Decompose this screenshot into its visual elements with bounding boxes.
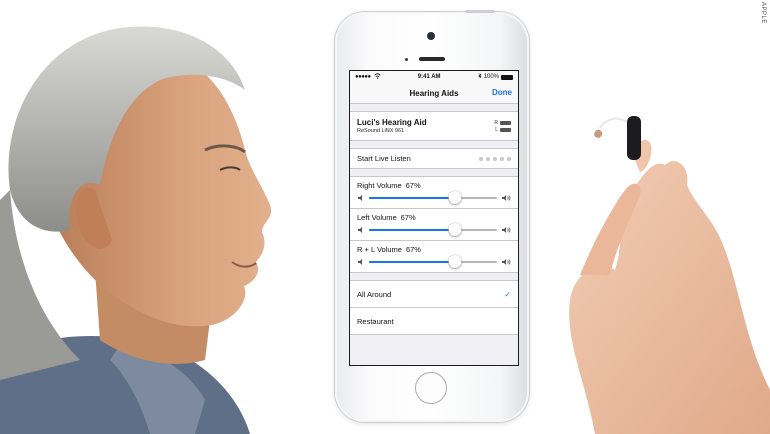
volume-label: Right Volume	[357, 181, 402, 190]
volume-value: 67%	[400, 213, 416, 222]
status-bar: ●●●●● 9:41 AM 100%	[350, 71, 518, 83]
live-listen-section: Start Live Listen	[350, 148, 518, 169]
volume-low-icon	[357, 226, 365, 234]
volume-slider-thumb[interactable]	[448, 255, 462, 268]
navigation-bar: Hearing Aids Done	[350, 83, 518, 104]
battery-levels: R L	[494, 120, 511, 133]
page-title: Hearing Aids	[409, 88, 459, 98]
phone-screen: ●●●●● 9:41 AM 100% Hearing Aids Done Luc…	[349, 70, 519, 366]
audio-level-indicator	[479, 156, 511, 161]
earpiece-speaker	[419, 57, 445, 61]
done-button[interactable]: Done	[492, 88, 512, 97]
volume-value: 67%	[405, 181, 421, 190]
volume-high-icon	[501, 221, 511, 239]
device-section: Luci's Hearing Aid ReSound LiNX 961 R L	[350, 111, 518, 141]
volume-high-icon	[501, 189, 511, 207]
environment-section: All Around ✓ Restaurant	[350, 280, 518, 335]
hand-holding-hearing-aid-photo	[569, 116, 770, 434]
volume-fill	[369, 197, 455, 199]
proximity-sensor	[405, 58, 408, 61]
device-model: ReSound LiNX 961	[357, 128, 405, 134]
volume-slider-thumb[interactable]	[448, 223, 462, 236]
volume-control: Right Volume 67%	[350, 177, 518, 209]
device-name: Luci's Hearing Aid	[357, 118, 427, 127]
bluetooth-icon	[478, 73, 482, 81]
iphone-device: ●●●●● 9:41 AM 100% Hearing Aids Done Luc…	[335, 10, 529, 422]
volume-low-icon	[357, 194, 365, 202]
volume-slider-thumb[interactable]	[448, 191, 462, 204]
power-button	[465, 10, 495, 13]
signal-icon: ●●●●●	[355, 74, 371, 80]
volume-slider[interactable]	[369, 223, 497, 236]
left-label: L	[495, 126, 498, 133]
start-live-listen-button[interactable]: Start Live Listen	[350, 149, 518, 168]
photo-credit: APPLE	[760, 2, 766, 24]
volume-low-icon	[357, 258, 365, 266]
volume-fill	[369, 261, 455, 263]
status-time: 9:41 AM	[417, 74, 441, 80]
volume-section: Right Volume 67% Left Volume 67% R + L Volum…	[350, 176, 518, 273]
hearing-aid-device	[627, 116, 641, 160]
volume-slider[interactable]	[369, 191, 497, 204]
right-battery-icon	[500, 120, 511, 125]
battery-icon	[501, 74, 513, 80]
volume-control: Left Volume 67%	[350, 209, 518, 241]
front-camera	[427, 32, 435, 40]
home-button[interactable]	[415, 372, 447, 404]
environment-label: All Around	[357, 289, 392, 299]
wifi-icon	[374, 73, 381, 81]
volume-high-icon	[501, 253, 511, 271]
battery-percent: 100%	[483, 74, 499, 80]
volume-control: R + L Volume 67%	[350, 241, 518, 272]
volume-label: Left Volume	[357, 213, 397, 222]
checkmark-icon: ✓	[504, 289, 511, 299]
right-label: R	[494, 119, 498, 126]
man-profile-photo	[0, 26, 272, 434]
live-listen-label: Start Live Listen	[357, 154, 411, 163]
device-row[interactable]: Luci's Hearing Aid ReSound LiNX 961 R L	[350, 112, 518, 140]
environment-label: Restaurant	[357, 316, 394, 326]
environment-option[interactable]: All Around ✓	[350, 281, 518, 307]
volume-value: 67%	[405, 245, 421, 254]
volume-slider[interactable]	[369, 255, 497, 268]
left-battery-icon	[500, 127, 511, 132]
volume-label: R + L Volume	[357, 245, 402, 254]
volume-fill	[369, 229, 455, 231]
environment-option[interactable]: Restaurant	[350, 307, 518, 334]
